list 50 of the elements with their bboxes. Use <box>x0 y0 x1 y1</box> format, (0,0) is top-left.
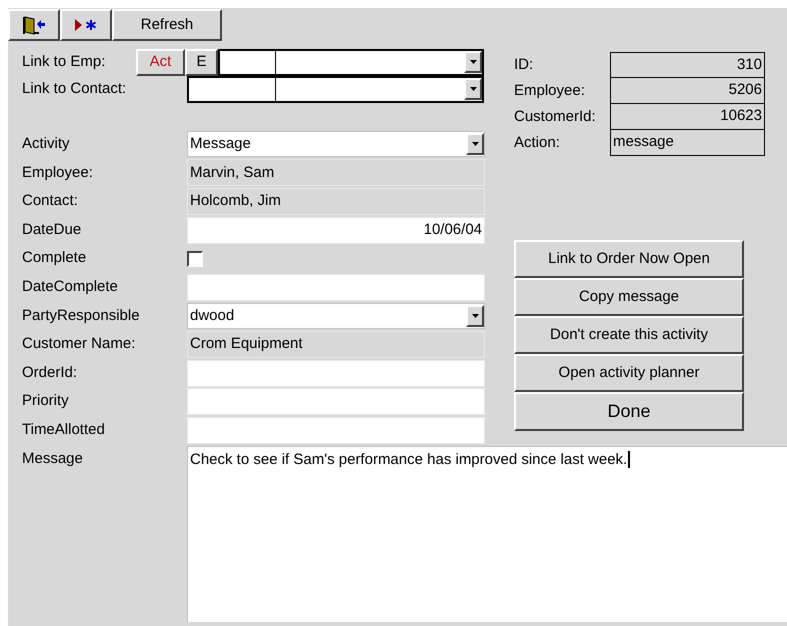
field-label: DateDue <box>22 220 82 240</box>
field-label: Complete <box>22 248 88 268</box>
text-field[interactable] <box>218 49 276 76</box>
field-label: CustomerId: <box>514 106 597 127</box>
action-button[interactable]: Open activity planner <box>514 354 744 392</box>
field-label: Message <box>21 448 84 469</box>
text-field[interactable]: 10/06/04 <box>187 216 485 244</box>
text-field[interactable] <box>187 76 276 103</box>
action-button[interactable]: Copy message <box>514 278 744 316</box>
e-button[interactable]: E <box>185 49 218 76</box>
read-only-field: 10623 <box>610 104 765 130</box>
field-label: Action: <box>514 132 561 153</box>
arrow-asterisk-icon <box>74 18 98 32</box>
read-only-field: 310 <box>610 52 765 78</box>
field-label: Employee: <box>22 162 94 183</box>
action-button[interactable]: Don't create this activity <box>514 316 744 354</box>
dropdown-arrow-icon <box>472 314 478 318</box>
action-button[interactable]: Link to Order Now Open <box>514 240 744 278</box>
exit-button[interactable] <box>8 9 60 41</box>
dropdown-arrow-icon <box>472 142 478 146</box>
dropdown-arrow-icon <box>470 87 476 91</box>
action-button[interactable]: Done <box>514 392 744 431</box>
field-label: OrderId: <box>22 362 78 383</box>
combo-box[interactable] <box>276 76 484 103</box>
field-label: Contact: <box>22 191 79 212</box>
read-only-field: message <box>610 130 765 156</box>
read-only-field: Crom Equipment <box>187 330 485 358</box>
new-record-button[interactable] <box>60 9 112 41</box>
refresh-button[interactable]: Refresh <box>112 9 222 41</box>
field-label: Employee: <box>514 80 586 101</box>
field-label: TimeAllotted <box>22 420 106 440</box>
field-label: DateComplete <box>22 277 119 298</box>
dropdown-arrow-icon <box>470 60 476 64</box>
message-field[interactable]: Check to see if Sam's performance has improved since last week. <box>187 446 787 622</box>
field-label: ID: <box>514 54 534 75</box>
combo-box[interactable]: Message <box>187 131 485 158</box>
combo-box[interactable] <box>276 49 484 76</box>
field-label: Link to Contact: <box>22 79 128 100</box>
combo-box[interactable]: dwood <box>187 302 485 329</box>
read-only-field: Holcomb, Jim <box>187 188 485 215</box>
field-label: Activity <box>22 134 71 154</box>
door-exit-icon <box>22 15 46 35</box>
checkbox[interactable] <box>187 250 203 267</box>
read-only-field: Marvin, Sam <box>187 159 485 186</box>
act-button[interactable]: Act <box>136 49 185 76</box>
field-label: Priority <box>22 391 70 412</box>
field-label: Link to Emp: <box>22 52 106 72</box>
field-label: Customer Name: <box>22 334 136 354</box>
field-label: PartyResponsible <box>22 306 141 326</box>
read-only-field: 5206 <box>610 78 765 104</box>
